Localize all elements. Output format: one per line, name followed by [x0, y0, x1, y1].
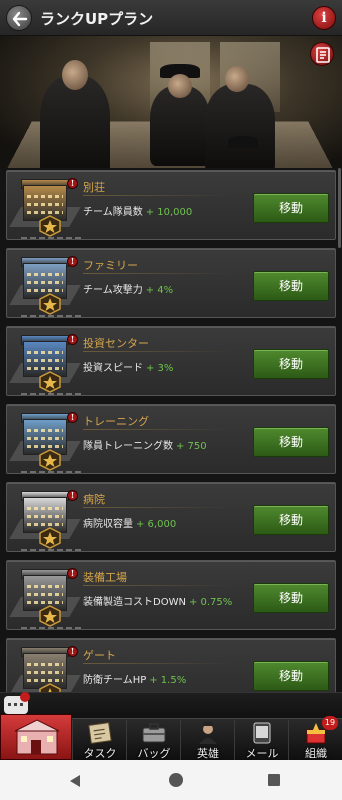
building-name: トレーニング [83, 415, 149, 428]
nav-task[interactable]: タスク [72, 720, 126, 760]
stat-label: チーム攻撃力 [83, 285, 143, 296]
building-card: ! ゲート 防衛チームHP + 1.5% 移動 [6, 638, 336, 692]
building-name: 別荘 [83, 181, 105, 194]
building-name: 投資センター [83, 337, 149, 350]
info-button[interactable]: i [312, 6, 336, 30]
stat-label: 隊員トレーニング数 [83, 441, 173, 452]
building-list[interactable]: ! 別荘 チーム隊員数 + 10,000 移動 ! ファミリー チーム攻撃力 + 4… [0, 168, 342, 692]
page-title: ランクUPプラン [40, 10, 154, 28]
building-card: ! ファミリー チーム攻撃力 + 4% 移動 [6, 248, 336, 318]
nav-label: タスク [83, 747, 117, 760]
nav-label: 英雄 [197, 747, 219, 760]
building-card: ! 装備工場 装備製造コストDOWN + 0.75% 移動 [6, 560, 336, 630]
scrollbar[interactable] [338, 168, 341, 248]
building-name: 装備工場 [83, 571, 127, 584]
move-button[interactable]: 移動 [253, 583, 329, 613]
nav-mail[interactable]: メール [234, 720, 288, 760]
nav-hero[interactable]: 英雄 [180, 720, 234, 760]
rank-star-icon [39, 605, 61, 627]
stat-bonus: + 10,000 [145, 207, 193, 218]
stat-bonus: + 1.5% [149, 675, 187, 686]
building-card: ! トレーニング 隊員トレーニング数 + 750 移動 [6, 404, 336, 474]
building-card: ! 投資センター 投資スピード + 3% 移動 [6, 326, 336, 396]
move-button[interactable]: 移動 [253, 661, 329, 691]
nav-label: 組織 [305, 747, 327, 760]
rank-star-icon [39, 293, 61, 315]
rank-star-icon [39, 527, 61, 549]
back-button[interactable] [6, 5, 32, 31]
building-stat: 隊員トレーニング数 + 750 [83, 437, 207, 452]
alert-icon: ! [67, 334, 78, 345]
back-arrow-icon [12, 11, 28, 27]
rank-star-icon [39, 371, 61, 393]
banner-figure-head [168, 74, 192, 98]
move-button[interactable]: 移動 [253, 505, 329, 535]
city-icon [14, 719, 60, 755]
building-name: ファミリー [83, 259, 138, 272]
nav-label: バッグ [137, 747, 171, 760]
system-recents-icon[interactable] [268, 774, 280, 786]
alert-icon: ! [67, 256, 78, 267]
city-button[interactable] [0, 714, 72, 760]
document-icon [316, 47, 330, 63]
alert-icon: ! [67, 412, 78, 423]
stat-label: 投資スピード [83, 363, 143, 374]
move-button[interactable]: 移動 [253, 271, 329, 301]
rank-star-icon [39, 683, 61, 692]
chat-badge [20, 692, 30, 702]
move-button[interactable]: 移動 [253, 427, 329, 457]
task-icon [88, 722, 112, 744]
rank-star-icon [39, 215, 61, 237]
banner-figure [205, 84, 275, 168]
stat-label: チーム隊員数 [83, 207, 143, 218]
building-stat: 防衛チームHP + 1.5% [83, 671, 186, 686]
building-stat: 投資スピード + 3% [83, 359, 173, 374]
building-stat: チーム隊員数 + 10,000 [83, 203, 192, 218]
building-card: ! 病院 病院収容量 + 6,000 移動 [6, 482, 336, 552]
stat-bonus: + 0.75% [188, 597, 233, 608]
alert-icon: ! [67, 568, 78, 579]
hero-banner [0, 36, 342, 168]
guild-badge: 19 [322, 716, 338, 730]
stat-label: 防衛チームHP [83, 675, 147, 686]
rank-star-icon [39, 449, 61, 471]
system-back-icon[interactable] [68, 774, 82, 788]
banner-hat [228, 136, 258, 148]
log-button[interactable] [310, 42, 334, 66]
building-stat: 病院収容量 + 6,000 [83, 515, 176, 530]
stat-bonus: + 3% [146, 363, 174, 374]
building-name: ゲート [83, 649, 116, 662]
building-stat: 装備製造コストDOWN + 0.75% [83, 593, 232, 608]
system-home-icon[interactable] [169, 773, 183, 787]
banner-figure-head [225, 66, 249, 92]
stat-label: 装備製造コストDOWN [83, 597, 186, 608]
stat-bonus: + 4% [145, 285, 174, 296]
nav-bag[interactable]: バッグ [126, 720, 180, 760]
stat-bonus: + 750 [176, 441, 207, 452]
alert-icon: ! [67, 178, 78, 189]
move-button[interactable]: 移動 [253, 193, 329, 223]
top-bar: ランクUPプラン i [0, 0, 342, 36]
mail-icon [253, 722, 271, 744]
hero-icon [199, 722, 217, 744]
stat-bonus: + 6,000 [136, 519, 177, 530]
bag-icon [142, 723, 166, 743]
move-button[interactable]: 移動 [253, 349, 329, 379]
building-card: ! 別荘 チーム隊員数 + 10,000 移動 [6, 170, 336, 240]
alert-icon: ! [67, 646, 78, 657]
alert-icon: ! [67, 490, 78, 501]
stat-label: 病院収容量 [83, 519, 133, 530]
banner-figure-head [62, 60, 88, 90]
building-name: 病院 [83, 493, 105, 506]
nav-label: メール [245, 747, 279, 760]
banner-figure [150, 86, 210, 166]
building-stat: チーム攻撃力 + 4% [83, 281, 173, 296]
